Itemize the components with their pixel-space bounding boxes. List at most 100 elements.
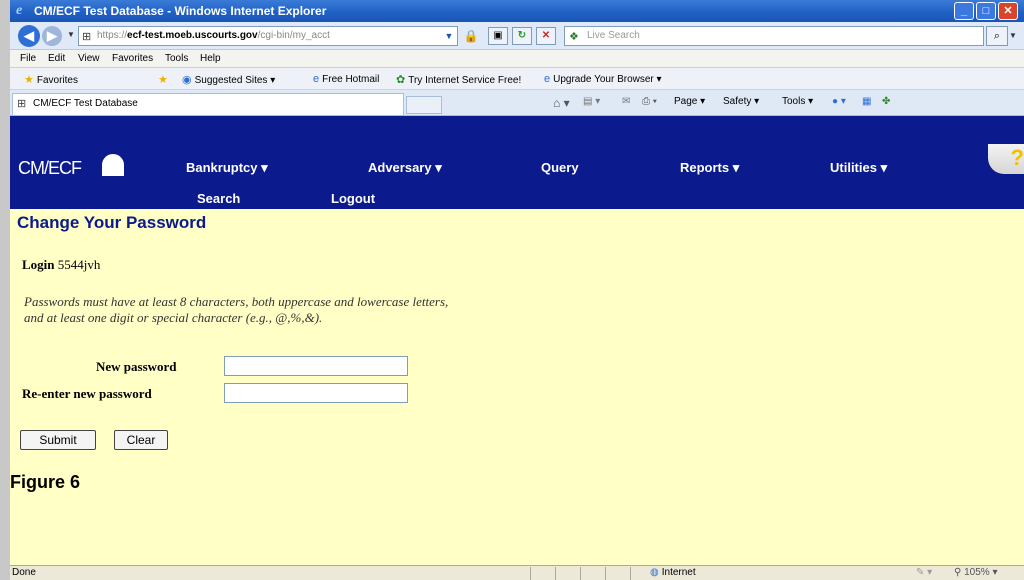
status-divider <box>530 567 531 580</box>
url-field[interactable]: ⊞ https://ecf-test.moeb.uscourts.gov/cgi… <box>78 26 458 46</box>
zone-label: Internet <box>661 567 696 578</box>
try-isp-label: Try Internet Service Free! <box>408 75 522 86</box>
menu-file[interactable]: File <box>20 53 36 64</box>
window-title: CM/ECF Test Database - Windows Internet … <box>34 4 327 18</box>
minimize-button[interactable]: _ <box>954 2 974 20</box>
logout-link[interactable]: Logout <box>331 191 375 206</box>
tab-cmecf[interactable]: ⊞ CM/ECF Test Database <box>12 93 404 115</box>
address-toolbar: ◀ ▶ ▼ ⊞ https://ecf-test.moeb.uscourts.g… <box>10 22 1024 50</box>
left-edge-strip <box>0 0 10 580</box>
security-zone[interactable]: ◍ Internet <box>650 567 696 578</box>
protected-mode-icon[interactable]: ✎ ▾ <box>916 567 932 578</box>
tab-title: CM/ECF Test Database <box>33 98 138 109</box>
messenger-icon[interactable]: ✤ <box>882 96 890 107</box>
globe-icon: ◍ <box>650 567 659 578</box>
ie-page-icon: e <box>544 73 551 85</box>
free-hotmail-link[interactable]: e Free Hotmail <box>313 73 379 85</box>
live-search-placeholder: Live Search <box>587 30 640 41</box>
suggested-sites-link[interactable]: ◉ Suggested Sites ▾ <box>182 73 275 86</box>
upgrade-browser-label: Upgrade Your Browser ▾ <box>553 74 662 85</box>
add-favorite-button[interactable]: ★ <box>158 73 171 86</box>
feeds-icon[interactable]: ▤ ▾ <box>583 96 600 107</box>
site-favicon-icon: ⊞ <box>82 31 92 43</box>
ie-logo-icon: e <box>16 3 23 18</box>
compatibility-view-button[interactable]: ▣ <box>488 27 508 45</box>
research-icon[interactable]: ▦ <box>862 96 871 107</box>
new-password-label: New password <box>96 359 177 374</box>
help-menu-icon[interactable]: ● ▾ <box>832 96 846 107</box>
favorites-button[interactable]: ★ Favorites <box>24 73 78 86</box>
password-rules-line-2: and at least one digit or special charac… <box>24 310 323 325</box>
login-value: 5544jvh <box>57 257 101 272</box>
new-password-field[interactable] <box>224 356 408 376</box>
status-divider <box>580 567 581 580</box>
zoom-control[interactable]: ⚲ 105% ▾ <box>954 567 998 578</box>
reenter-password-label: Re-enter new password <box>22 386 152 401</box>
query-menu[interactable]: Query <box>541 160 579 175</box>
courthouse-logo-icon <box>100 152 126 178</box>
url-dropdown-icon[interactable]: ▼ <box>442 27 456 45</box>
figure-caption: Figure 6 <box>10 472 81 492</box>
ecf-logo[interactable]: CM/ECF <box>18 158 82 179</box>
favorites-star-icon: ★ <box>24 74 34 86</box>
status-text: Done <box>12 567 36 578</box>
search-options-dropdown-icon[interactable]: ▼ <box>1009 26 1021 46</box>
status-bar: Done ◍ Internet ✎ ▾ ⚲ 105% ▾ <box>10 565 1024 580</box>
page-content: Change Your Password Login 5544jvh Passw… <box>10 209 1024 565</box>
suggested-sites-label: Suggested Sites ▾ <box>194 75 276 86</box>
password-rules: Passwords must have at least 8 character… <box>24 294 724 326</box>
forward-button[interactable]: ▶ <box>42 26 62 46</box>
menu-bar: File Edit View Favorites Tools Help <box>10 50 1024 68</box>
search-menu[interactable]: Search <box>197 191 240 206</box>
favorites-bar: ★ Favorites ★ ◉ Suggested Sites ▾ e Free Ho… <box>10 68 1024 90</box>
recent-pages-dropdown-icon[interactable]: ▼ <box>67 30 75 39</box>
url-path: /cgi-bin/my_acct <box>257 30 330 41</box>
menu-edit[interactable]: Edit <box>48 53 65 64</box>
live-search-input[interactable]: ❖ Live Search <box>564 26 984 46</box>
try-isp-link[interactable]: ✿ Try Internet Service Free! <box>396 73 521 86</box>
mail-icon[interactable]: ✉ <box>622 96 630 107</box>
status-divider <box>555 567 556 580</box>
free-hotmail-label: Free Hotmail <box>322 74 380 85</box>
stop-button[interactable]: ✕ <box>536 27 556 45</box>
zoom-level: 105% <box>964 567 990 578</box>
page-title: Change Your Password <box>17 213 207 232</box>
status-divider <box>630 567 631 580</box>
zoom-icon: ⚲ <box>954 567 965 578</box>
search-go-button[interactable]: ⌕ <box>986 26 1008 46</box>
adversary-menu[interactable]: Adversary ▾ <box>368 160 442 176</box>
login-info: Login 5544jvh <box>22 257 100 273</box>
upgrade-browser-link[interactable]: e Upgrade Your Browser ▾ <box>544 73 662 85</box>
zoom-dropdown-icon: ▾ <box>989 567 998 578</box>
home-icon[interactable]: ⌂ ▾ <box>553 96 570 110</box>
safety-menu[interactable]: Safety ▾ <box>723 96 759 107</box>
status-divider <box>605 567 606 580</box>
bankruptcy-menu[interactable]: Bankruptcy ▾ <box>186 160 268 176</box>
window-titlebar: e CM/ECF Test Database - Windows Interne… <box>10 0 1024 22</box>
print-icon[interactable]: ⎙ ▾ <box>642 96 657 107</box>
reports-menu[interactable]: Reports ▾ <box>680 160 739 176</box>
add-favorite-icon: ★ <box>158 74 168 86</box>
msn-butterfly-icon: ✿ <box>396 74 406 86</box>
tab-bar: ⊞ CM/ECF Test Database ⌂ ▾ ▤ ▾ ✉ ⎙ ▾ Pag… <box>10 90 1024 116</box>
lock-icon[interactable]: 🔒 <box>462 27 480 45</box>
maximize-button[interactable]: □ <box>976 2 996 20</box>
menu-view[interactable]: View <box>78 53 100 64</box>
back-button[interactable]: ◀ <box>18 25 40 47</box>
menu-favorites[interactable]: Favorites <box>112 53 153 64</box>
help-question-icon[interactable]: ? <box>988 144 1024 174</box>
reenter-password-field[interactable] <box>224 383 408 403</box>
new-tab-button[interactable] <box>406 96 442 114</box>
page-menu[interactable]: Page ▾ <box>674 96 705 107</box>
submit-button[interactable]: Submit <box>20 430 96 450</box>
close-button[interactable]: ✕ <box>998 2 1018 20</box>
favorites-label: Favorites <box>36 75 78 86</box>
refresh-button[interactable]: ↻ <box>512 27 532 45</box>
menu-help[interactable]: Help <box>200 53 221 64</box>
tools-menu[interactable]: Tools ▾ <box>782 96 813 107</box>
password-rules-line-1: Passwords must have at least 8 character… <box>24 294 449 309</box>
url-host: ecf-test.moeb.uscourts.gov <box>127 30 258 41</box>
clear-button[interactable]: Clear <box>114 430 168 450</box>
menu-tools[interactable]: Tools <box>165 53 188 64</box>
utilities-menu[interactable]: Utilities ▾ <box>830 160 887 176</box>
